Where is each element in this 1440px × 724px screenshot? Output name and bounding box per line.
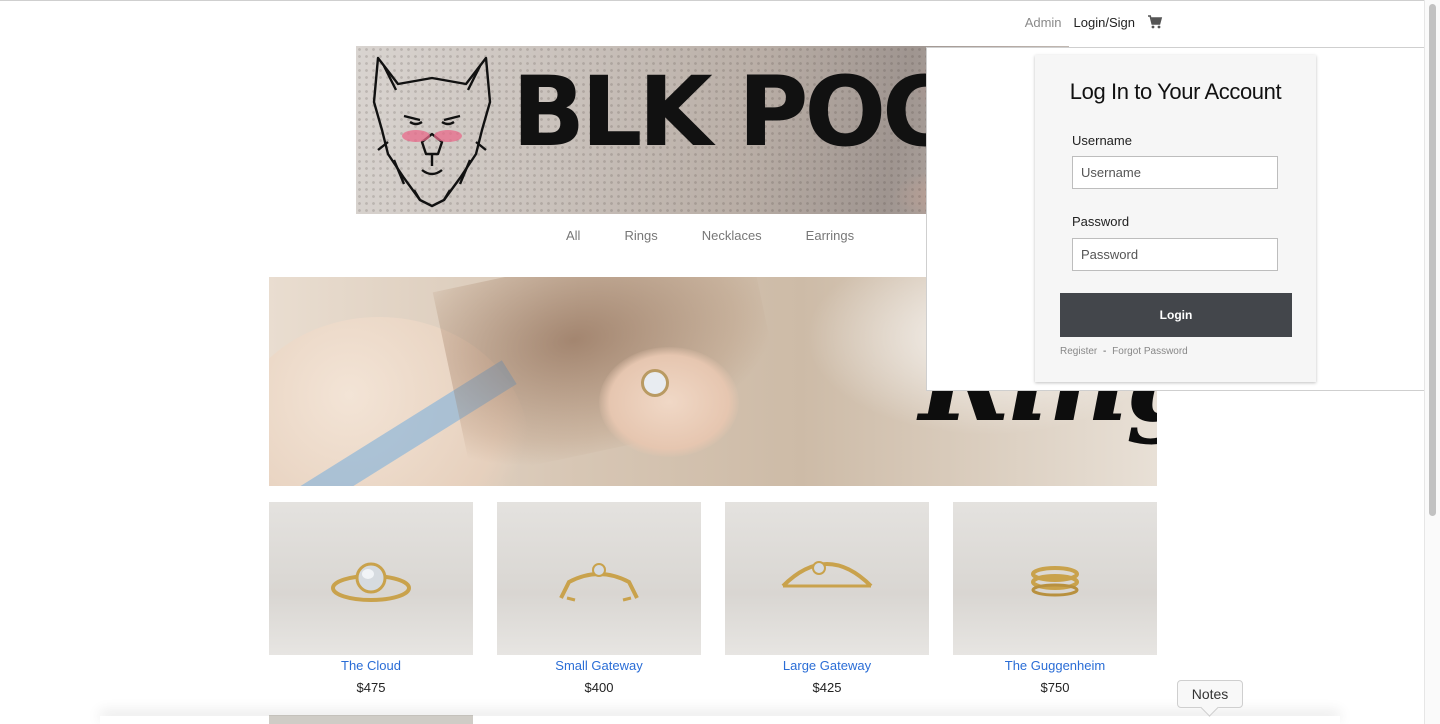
scrollbar-thumb[interactable] bbox=[1429, 4, 1436, 516]
category-rings[interactable]: Rings bbox=[624, 228, 657, 243]
product-image[interactable] bbox=[269, 502, 473, 655]
login-signup-link[interactable]: Login/Sign bbox=[1074, 15, 1135, 30]
bottom-shadow bbox=[100, 716, 1340, 724]
hero-ring bbox=[641, 369, 669, 397]
category-earrings[interactable]: Earrings bbox=[806, 228, 854, 243]
product-price: $475 bbox=[356, 680, 386, 695]
product-image[interactable] bbox=[497, 502, 701, 655]
product-card[interactable]: Small Gateway $400 bbox=[497, 502, 701, 695]
category-necklaces[interactable]: Necklaces bbox=[702, 228, 762, 243]
category-nav: All Rings Necklaces Earrings bbox=[566, 228, 854, 243]
top-nav: Admin Login/Sign bbox=[1025, 14, 1163, 30]
register-link[interactable]: Register bbox=[1060, 346, 1097, 357]
product-card[interactable]: The Cloud $475 bbox=[269, 502, 473, 695]
product-image[interactable] bbox=[725, 502, 929, 655]
product-image[interactable] bbox=[953, 502, 1157, 655]
forgot-password-link[interactable]: Forgot Password bbox=[1112, 346, 1188, 357]
category-all[interactable]: All bbox=[566, 228, 580, 243]
wolf-head-logo bbox=[372, 56, 492, 208]
product-price: $750 bbox=[1040, 680, 1070, 695]
admin-link[interactable]: Admin bbox=[1025, 15, 1062, 30]
product-price: $400 bbox=[584, 680, 614, 695]
product-card[interactable]: Large Gateway $425 bbox=[725, 502, 929, 695]
login-title: Log In to Your Account bbox=[1069, 79, 1282, 104]
username-field[interactable] bbox=[1072, 156, 1278, 189]
link-separator: - bbox=[1103, 346, 1107, 357]
product-name[interactable]: Small Gateway bbox=[497, 658, 701, 673]
hero-hand bbox=[599, 347, 739, 457]
product-name[interactable]: The Cloud bbox=[269, 658, 473, 673]
username-label: Username bbox=[1072, 133, 1132, 148]
product-card[interactable]: The Guggenheim $750 bbox=[953, 502, 1157, 695]
vertical-scrollbar[interactable] bbox=[1424, 0, 1440, 724]
product-price: $425 bbox=[812, 680, 842, 695]
window-top-border bbox=[0, 0, 1440, 1]
login-form: Log In to Your Account Username Password… bbox=[1035, 55, 1316, 382]
product-name[interactable]: Large Gateway bbox=[725, 658, 929, 673]
password-label: Password bbox=[1072, 214, 1130, 229]
password-field[interactable] bbox=[1072, 238, 1278, 271]
notes-button[interactable]: Notes bbox=[1177, 680, 1243, 717]
login-button[interactable]: Login bbox=[1060, 293, 1292, 337]
product-name[interactable]: The Guggenheim bbox=[953, 658, 1157, 673]
shopping-cart-icon[interactable] bbox=[1147, 14, 1163, 30]
login-links: Register - Forgot Password bbox=[1060, 346, 1188, 357]
